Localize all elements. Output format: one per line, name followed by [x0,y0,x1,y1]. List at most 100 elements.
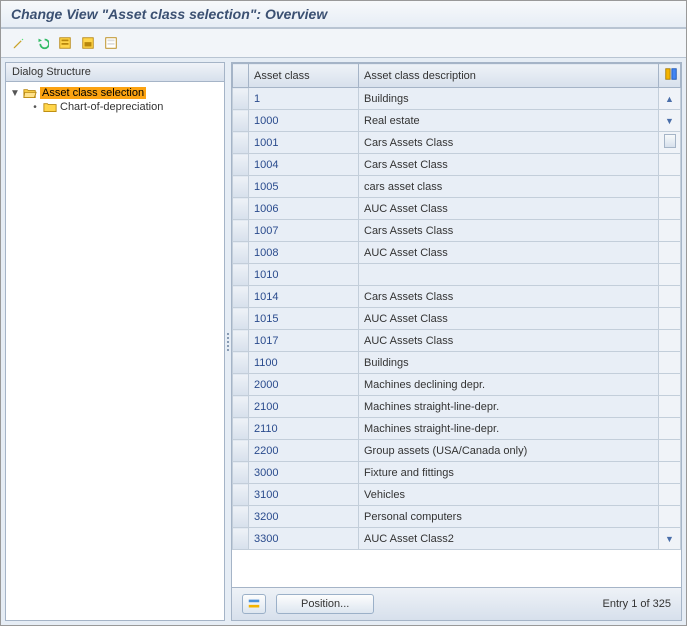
scrollbar-track[interactable] [659,154,681,176]
tree-collapse-toggle[interactable]: ▼ [10,88,20,99]
cell-asset-class-description[interactable]: AUC Asset Class [359,198,659,220]
scrollbar-track[interactable] [659,176,681,198]
table-row: 2200Group assets (USA/Canada only) [233,440,681,462]
row-selector[interactable] [233,352,249,374]
cell-asset-class[interactable]: 1004 [249,154,359,176]
row-selector[interactable] [233,308,249,330]
cell-asset-class-description[interactable]: AUC Asset Class [359,242,659,264]
col-header-asset-class-description[interactable]: Asset class description [359,64,659,88]
row-selector[interactable] [233,286,249,308]
cell-asset-class-description[interactable]: Real estate [359,110,659,132]
tree-item-asset-class-selection[interactable]: ▼ Asset class selection [8,86,222,100]
row-selector[interactable] [233,154,249,176]
row-selector[interactable] [233,440,249,462]
cell-asset-class[interactable]: 1 [249,88,359,110]
cell-asset-class[interactable]: 1001 [249,132,359,154]
row-selector[interactable] [233,418,249,440]
cell-asset-class[interactable]: 2000 [249,374,359,396]
row-selector[interactable] [233,374,249,396]
scrollbar-track[interactable] [659,396,681,418]
cell-asset-class-description[interactable]: Group assets (USA/Canada only) [359,440,659,462]
tree-item-chart-of-depreciation[interactable]: • Chart-of-depreciation [8,100,222,114]
row-selector[interactable] [233,506,249,528]
select-all-button[interactable] [55,33,75,53]
scrollbar-track[interactable] [659,286,681,308]
scroll-up-button[interactable] [659,88,681,110]
row-selector[interactable] [233,462,249,484]
row-selector[interactable] [233,198,249,220]
cell-asset-class[interactable]: 1007 [249,220,359,242]
row-selector[interactable] [233,484,249,506]
scrollbar-track[interactable] [659,484,681,506]
cell-asset-class[interactable]: 2110 [249,418,359,440]
cell-asset-class[interactable]: 3300 [249,528,359,550]
scrollbar-track[interactable] [659,462,681,484]
row-selector[interactable] [233,176,249,198]
cell-asset-class-description[interactable]: Fixture and fittings [359,462,659,484]
change-display-button[interactable] [9,33,29,53]
cell-asset-class[interactable]: 1010 [249,264,359,286]
cell-asset-class[interactable]: 1005 [249,176,359,198]
cell-asset-class-description[interactable]: AUC Asset Class2 [359,528,659,550]
scrollbar-track[interactable] [659,308,681,330]
position-button[interactable]: Position... [276,594,374,614]
table-config-button[interactable] [659,64,681,88]
undo-button[interactable] [32,33,52,53]
cell-asset-class-description[interactable]: AUC Assets Class [359,330,659,352]
scrollbar-track[interactable] [659,440,681,462]
cell-asset-class-description[interactable]: Machines declining depr. [359,374,659,396]
scrollbar-track[interactable] [659,220,681,242]
cell-asset-class[interactable]: 1008 [249,242,359,264]
cell-asset-class[interactable]: 1015 [249,308,359,330]
row-selector[interactable] [233,330,249,352]
scrollbar-track[interactable] [659,242,681,264]
cell-asset-class-description[interactable]: Cars Assets Class [359,132,659,154]
cell-asset-class-description[interactable]: Buildings [359,88,659,110]
row-selector[interactable] [233,88,249,110]
row-selector[interactable] [233,264,249,286]
scrollbar-track[interactable] [659,506,681,528]
row-selector[interactable] [233,132,249,154]
cell-asset-class[interactable]: 3000 [249,462,359,484]
scrollbar-track[interactable] [659,374,681,396]
scrollbar-thumb[interactable] [659,132,681,154]
scrollbar-track[interactable] [659,418,681,440]
scrollbar-track[interactable] [659,198,681,220]
cell-asset-class[interactable]: 1000 [249,110,359,132]
position-icon-button[interactable] [242,594,266,614]
cell-asset-class-description[interactable]: Machines straight-line-depr. [359,418,659,440]
scroll-down-button[interactable] [659,110,681,132]
cell-asset-class[interactable]: 1100 [249,352,359,374]
row-selector[interactable] [233,242,249,264]
cell-asset-class-description[interactable] [359,264,659,286]
col-header-asset-class[interactable]: Asset class [249,64,359,88]
cell-asset-class[interactable]: 1006 [249,198,359,220]
scrollbar-track[interactable] [659,264,681,286]
row-selector[interactable] [233,396,249,418]
cell-asset-class-description[interactable]: Cars Assets Class [359,286,659,308]
scrollbar-track[interactable] [659,352,681,374]
cell-asset-class-description[interactable]: AUC Asset Class [359,308,659,330]
scrollbar-track[interactable] [659,330,681,352]
cell-asset-class[interactable]: 3200 [249,506,359,528]
cell-asset-class-description[interactable]: Vehicles [359,484,659,506]
cell-asset-class-description[interactable]: Cars Asset Class [359,154,659,176]
cell-asset-class-description[interactable]: Personal computers [359,506,659,528]
cell-asset-class-description[interactable]: cars asset class [359,176,659,198]
row-selector[interactable] [233,220,249,242]
cell-asset-class-description[interactable]: Cars Assets Class [359,220,659,242]
row-selector-header[interactable] [233,64,249,88]
scroll-down-bottom-button[interactable] [659,528,681,550]
cell-asset-class-description[interactable]: Machines straight-line-depr. [359,396,659,418]
cell-asset-class[interactable]: 2100 [249,396,359,418]
row-selector[interactable] [233,110,249,132]
cell-asset-class-description[interactable]: Buildings [359,352,659,374]
cell-asset-class[interactable]: 1014 [249,286,359,308]
table-row: 3300AUC Asset Class2 [233,528,681,550]
cell-asset-class[interactable]: 3100 [249,484,359,506]
cell-asset-class[interactable]: 1017 [249,330,359,352]
select-block-button[interactable] [78,33,98,53]
row-selector[interactable] [233,528,249,550]
cell-asset-class[interactable]: 2200 [249,440,359,462]
deselect-all-button[interactable] [101,33,121,53]
